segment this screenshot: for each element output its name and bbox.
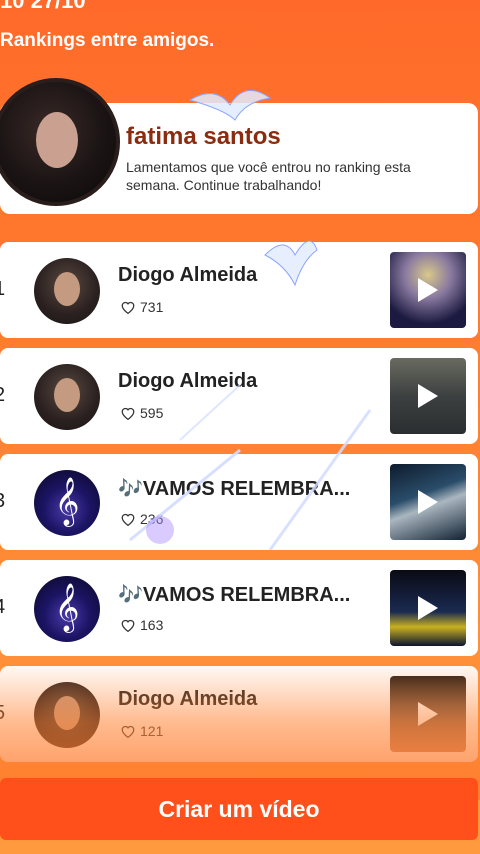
play-icon — [418, 596, 438, 620]
like-count-value: 121 — [140, 723, 164, 739]
play-icon — [418, 278, 438, 302]
like-count: 236 — [120, 511, 163, 527]
heart-icon — [121, 619, 135, 632]
ranking-title: 🎶VAMOS RELEMBRA... — [118, 478, 351, 500]
create-video-button[interactable]: Criar um vídeo — [0, 778, 478, 840]
like-count-value: 163 — [140, 617, 164, 633]
avatar[interactable] — [34, 258, 100, 324]
profile-name: fatima santos — [126, 123, 281, 150]
music-clef-icon: 𝄞 — [54, 476, 80, 525]
rank-number: 4 — [0, 596, 5, 619]
video-thumbnail[interactable] — [390, 358, 466, 434]
profile-message: Lamentamos que você entrou no ranking es… — [126, 159, 411, 193]
page-subtitle: Rankings entre amigos. — [0, 30, 215, 51]
play-icon — [418, 702, 438, 726]
play-icon — [418, 490, 438, 514]
heart-icon — [121, 513, 135, 526]
ranking-row-4[interactable]: 4 𝄞 🎶VAMOS RELEMBRA... 163 — [0, 560, 478, 656]
date-text: 10 27/10 — [0, 0, 86, 13]
like-count: 121 — [120, 723, 163, 739]
like-count: 163 — [120, 617, 163, 633]
video-thumbnail[interactable] — [390, 676, 466, 752]
like-count: 595 — [120, 405, 163, 421]
ranking-row-5[interactable]: 5 Diogo Almeida 121 — [0, 666, 478, 762]
rank-number: 3 — [0, 490, 5, 513]
ranking-title: Diogo Almeida — [118, 264, 258, 286]
rank-number: 5 — [0, 702, 5, 725]
play-icon — [418, 384, 438, 408]
like-count-value: 731 — [140, 299, 164, 315]
heart-icon — [121, 725, 135, 738]
music-clef-icon: 𝄞 — [54, 582, 80, 631]
avatar[interactable]: 𝄞 — [34, 576, 100, 642]
like-count-value: 595 — [140, 405, 164, 421]
video-thumbnail[interactable] — [390, 464, 466, 540]
ranking-title: 🎶VAMOS RELEMBRA... — [118, 584, 351, 606]
like-count-value: 236 — [140, 511, 164, 527]
avatar[interactable] — [34, 682, 100, 748]
like-count: 731 — [120, 299, 163, 315]
rank-number: 2 — [0, 384, 5, 407]
ranking-title: Diogo Almeida — [118, 688, 258, 710]
avatar[interactable]: 𝄞 — [34, 470, 100, 536]
ranking-row-2[interactable]: 2 Diogo Almeida 595 — [0, 348, 478, 444]
avatar[interactable] — [34, 364, 100, 430]
ranking-row-1[interactable]: 1 Diogo Almeida 731 — [0, 242, 478, 338]
heart-icon — [121, 301, 135, 314]
ranking-title: Diogo Almeida — [118, 370, 258, 392]
heart-icon — [121, 407, 135, 420]
video-thumbnail[interactable] — [390, 570, 466, 646]
video-thumbnail[interactable] — [390, 252, 466, 328]
ranking-row-3[interactable]: 3 𝄞 🎶VAMOS RELEMBRA... 236 — [0, 454, 478, 550]
rank-number: 1 — [0, 278, 5, 301]
